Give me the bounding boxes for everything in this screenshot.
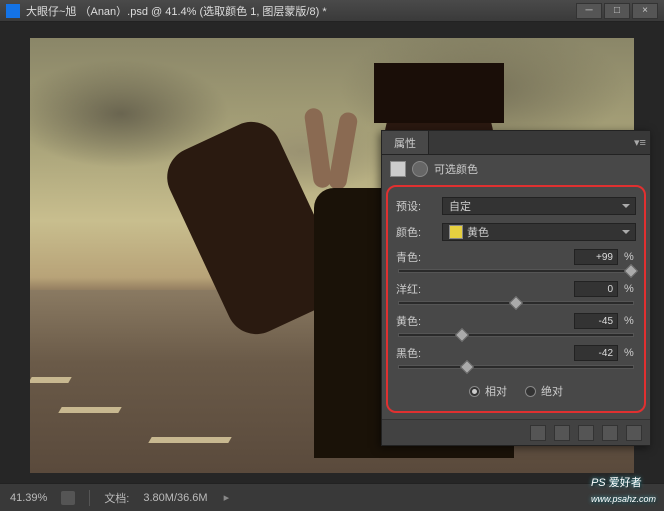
panel-menu-icon[interactable]: ▾≡ <box>630 133 650 153</box>
preset-value: 自定 <box>449 198 471 214</box>
watermark-en: PS <box>591 477 606 489</box>
highlighted-settings: 预设: 自定 颜色: 黄色 青色: % 洋红: % <box>386 185 646 413</box>
adjustment-name: 可选颜色 <box>434 161 478 177</box>
document-title: 大眼仔~旭 （Anan）.psd @ 41.4% (选取颜色 1, 图层蒙版/8… <box>26 3 576 19</box>
finger <box>327 111 358 191</box>
panel-footer <box>382 419 650 445</box>
unit-label: % <box>624 315 636 327</box>
magenta-slider-group: 洋红: % <box>396 281 636 305</box>
clip-icon[interactable] <box>554 425 570 441</box>
reset-icon[interactable] <box>602 425 618 441</box>
footer-icon[interactable] <box>530 425 546 441</box>
radio-dot-icon <box>469 386 480 397</box>
magenta-slider-track[interactable] <box>398 301 634 305</box>
method-radio-group: 相对 绝对 <box>394 377 638 401</box>
separator <box>89 490 90 506</box>
cyan-input[interactable] <box>574 249 618 265</box>
hair <box>374 63 504 123</box>
color-select[interactable]: 黄色 <box>442 223 636 241</box>
doc-size-value: 3.80M/36.6M <box>143 492 207 504</box>
close-button[interactable]: × <box>632 3 658 19</box>
unit-label: % <box>624 251 636 263</box>
radio-absolute-label: 绝对 <box>541 383 563 399</box>
panel-tab-bar: 属性 ▾≡ <box>382 131 650 155</box>
adjustment-icon[interactable] <box>390 161 406 177</box>
lane-mark <box>148 437 231 443</box>
lane-mark <box>30 377 72 383</box>
watermark-cn: 爱好者 <box>606 477 642 489</box>
properties-panel: 属性 ▾≡ 可选颜色 预设: 自定 颜色: 黄色 青色: % <box>381 130 651 446</box>
status-icon[interactable] <box>61 491 75 505</box>
watermark: PS 爱好者 www.psahz.com <box>591 474 656 507</box>
status-bar: 41.39% 文档: 3.80M/36.6M ▸ <box>0 483 664 511</box>
slider-thumb[interactable] <box>460 360 474 374</box>
black-slider-track[interactable] <box>398 365 634 369</box>
black-slider-group: 黑色: % <box>396 345 636 369</box>
cyan-slider-group: 青色: % <box>396 249 636 273</box>
black-input[interactable] <box>574 345 618 361</box>
cyan-slider-track[interactable] <box>398 269 634 273</box>
preset-label: 预设: <box>396 198 436 214</box>
tab-properties[interactable]: 属性 <box>382 131 429 154</box>
radio-absolute[interactable]: 绝对 <box>525 383 563 399</box>
maximize-button[interactable]: □ <box>604 3 630 19</box>
finger <box>304 107 333 189</box>
magenta-label: 洋红: <box>396 281 568 297</box>
zoom-level[interactable]: 41.39% <box>10 492 47 504</box>
yellow-label: 黄色: <box>396 313 568 329</box>
watermark-url: www.psahz.com <box>591 494 656 504</box>
slider-thumb[interactable] <box>455 328 469 342</box>
slider-thumb[interactable] <box>624 264 638 278</box>
unit-label: % <box>624 347 636 359</box>
cyan-label: 青色: <box>396 249 568 265</box>
radio-relative[interactable]: 相对 <box>469 383 507 399</box>
color-value: 黄色 <box>467 224 489 240</box>
color-row: 颜色: 黄色 <box>394 219 638 245</box>
lane-mark <box>58 407 121 413</box>
color-label: 颜色: <box>396 224 436 240</box>
yellow-slider-group: 黄色: % <box>396 313 636 337</box>
visibility-icon[interactable] <box>578 425 594 441</box>
yellow-input[interactable] <box>574 313 618 329</box>
window-titlebar: 大眼仔~旭 （Anan）.psd @ 41.4% (选取颜色 1, 图层蒙版/8… <box>0 0 664 22</box>
unit-label: % <box>624 283 636 295</box>
app-icon <box>6 4 20 18</box>
black-label: 黑色: <box>396 345 568 361</box>
magenta-input[interactable] <box>574 281 618 297</box>
adjustment-header: 可选颜色 <box>382 155 650 183</box>
preset-select[interactable]: 自定 <box>442 197 636 215</box>
radio-relative-label: 相对 <box>485 383 507 399</box>
doc-size-label: 文档: <box>104 490 129 506</box>
yellow-slider-track[interactable] <box>398 333 634 337</box>
window-controls: ─ □ × <box>576 3 658 19</box>
slider-thumb[interactable] <box>509 296 523 310</box>
radio-dot-icon <box>525 386 536 397</box>
preset-row: 预设: 自定 <box>394 193 638 219</box>
minimize-button[interactable]: ─ <box>576 3 602 19</box>
mask-icon[interactable] <box>412 161 428 177</box>
trash-icon[interactable] <box>626 425 642 441</box>
color-swatch-icon <box>449 225 463 239</box>
chevron-right-icon[interactable]: ▸ <box>224 491 230 504</box>
